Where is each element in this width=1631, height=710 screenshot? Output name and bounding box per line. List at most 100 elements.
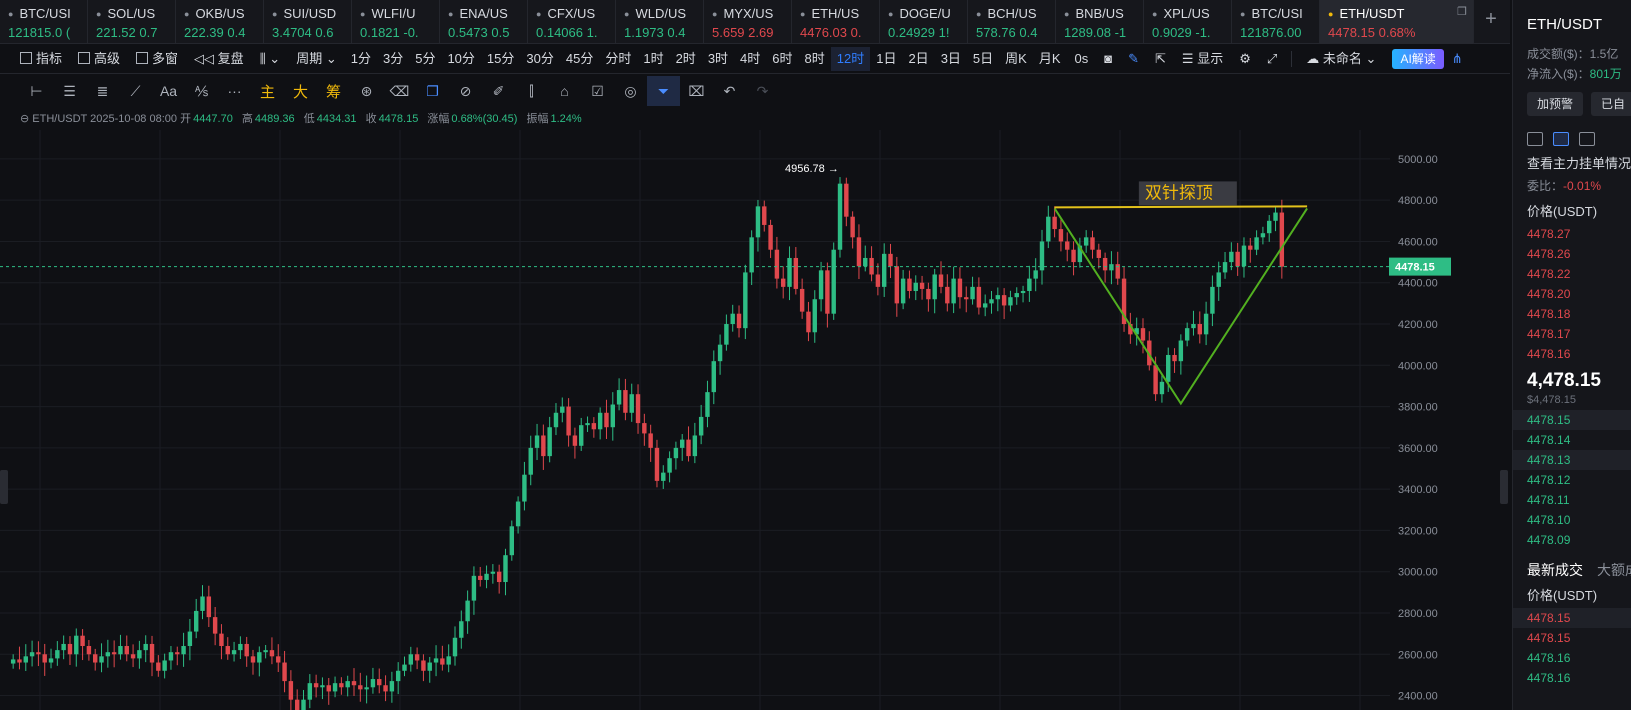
ticker-tab[interactable]: DOGE/U 0.24929 1! [880, 0, 968, 44]
ticker-tab[interactable]: ENA/US 0.5473 0.5 [440, 0, 528, 44]
text-tool-button[interactable]: Aa [152, 76, 185, 106]
ask-row[interactable]: 4478.17 [1513, 324, 1631, 344]
interval-button[interactable]: 30分 [520, 47, 559, 71]
share-icon[interactable]: ⋔ [1444, 47, 1471, 71]
chart-canvas[interactable]: 5000.00 4800.00 4600.00 4400.00 4200.00 4000.… [0, 130, 1510, 710]
display-button[interactable]: ☰ 显示 [1174, 47, 1231, 71]
export-icon[interactable]: ⇱ [1147, 47, 1174, 71]
multi-window-button[interactable]: 多窗 [128, 47, 186, 71]
interval-button[interactable]: 10分 [441, 47, 480, 71]
trash-icon[interactable]: ⌧ [680, 76, 713, 106]
bid-row[interactable]: 4478.11 [1513, 490, 1631, 510]
eye-icon[interactable]: ◎ [614, 76, 647, 106]
chips-button[interactable]: 筹 [317, 76, 350, 106]
interval-button[interactable]: 3时 [702, 47, 734, 71]
horizontal-line-icon[interactable]: ⊢ [20, 76, 53, 106]
interval-button[interactable]: 12时 [830, 46, 871, 71]
undo-icon[interactable]: ↶ [713, 76, 746, 106]
compare-icon[interactable]: ⫿ [515, 76, 548, 106]
custom-alert-button[interactable]: 已自 [1591, 92, 1631, 116]
more-tools-button[interactable]: ··· [218, 76, 251, 106]
copy-tab-icon[interactable]: ❐ [1457, 5, 1467, 18]
interval-button[interactable]: 3日 [935, 47, 967, 71]
interval-button[interactable]: 5分 [409, 47, 441, 71]
checklist-icon[interactable]: ☑ [581, 76, 614, 106]
indicators-button[interactable]: 指标 [12, 47, 70, 71]
advanced-button[interactable]: 高级 [70, 47, 128, 71]
settings-icon[interactable]: ⚙ [1231, 47, 1259, 71]
pattern-icon[interactable]: ⅍ [185, 76, 218, 106]
book-both-icon[interactable] [1527, 132, 1543, 146]
pencil-icon[interactable]: ✎ [1120, 47, 1147, 71]
bid-row[interactable]: 4478.14 [1513, 430, 1631, 450]
ticker-tab[interactable]: BTC/USI 121876.00 [1232, 0, 1320, 44]
interval-button[interactable]: 2时 [670, 47, 702, 71]
replay-button[interactable]: ◁◁ 复盘 [186, 47, 252, 71]
ask-row[interactable]: 4478.22 [1513, 264, 1631, 284]
ticker-tab[interactable]: OKB/US 222.39 0.4 [176, 0, 264, 44]
ticker-tab[interactable]: SOL/US 221.52 0.7 [88, 0, 176, 44]
ticker-tab[interactable]: WLD/US 1.1973 0.4 [616, 0, 704, 44]
interval-button[interactable]: 周K [999, 47, 1033, 71]
interval-button[interactable]: 2日 [902, 47, 934, 71]
interval-button[interactable]: 1分 [345, 47, 377, 71]
main-indicator-button[interactable]: 主 [251, 76, 284, 106]
brush-icon[interactable]: ✐ [482, 76, 515, 106]
interval-button[interactable]: 4时 [734, 47, 766, 71]
interval-button[interactable]: 5日 [967, 47, 999, 71]
orderbook-hint[interactable]: 查看主力挂单情况 [1513, 152, 1631, 176]
big-order-button[interactable]: 大 [284, 76, 317, 106]
bid-row[interactable]: 4478.09 [1513, 530, 1631, 550]
camera-icon[interactable]: ◙ [1096, 47, 1120, 71]
filter-icon[interactable]: ⏷ [647, 76, 680, 106]
ask-row[interactable]: 4478.27 [1513, 224, 1631, 244]
ticker-tab[interactable]: CFX/US 0.14066 1. [528, 0, 616, 44]
interval-button[interactable]: 6时 [766, 47, 798, 71]
parallel-lines-icon[interactable]: ☰ [53, 76, 86, 106]
copy-icon[interactable]: ❐ [416, 76, 449, 106]
ticker-tab[interactable]: ETH/US 4476.03 0. [792, 0, 880, 44]
interval-button[interactable]: 45分 [560, 47, 599, 71]
interval-button[interactable]: 月K [1033, 47, 1067, 71]
book-list-icon[interactable] [1579, 132, 1595, 146]
period-button[interactable]: 周期 ⌄ [288, 47, 345, 71]
link-icon[interactable]: ⊘ [449, 76, 482, 106]
big-trades-tab[interactable]: 大额成 [1597, 562, 1631, 578]
interval-button[interactable]: 15分 [481, 47, 520, 71]
ticker-tab[interactable]: BTC/USI 121815.0 ( [0, 0, 88, 44]
ticker-tab[interactable]: BNB/US 1289.08 -1 [1056, 0, 1144, 44]
bid-row[interactable]: 4478.15 [1513, 410, 1631, 430]
ruler-icon[interactable]: ⟋ [119, 76, 152, 106]
channel-icon[interactable]: ≣ [86, 76, 119, 106]
ask-row[interactable]: 4478.20 [1513, 284, 1631, 304]
lock-icon[interactable]: ⌂ [548, 76, 581, 106]
ask-row[interactable]: 4478.18 [1513, 304, 1631, 324]
interval-button[interactable]: 分时 [599, 47, 637, 71]
price-chart[interactable]: 5000.00 4800.00 4600.00 4400.00 4200.00 4000.… [0, 130, 1510, 710]
ai-button[interactable]: AI解读 [1392, 48, 1444, 69]
bid-row[interactable]: 4478.12 [1513, 470, 1631, 490]
fullscreen-icon[interactable]: ⤢ [1259, 47, 1285, 71]
interval-button[interactable]: 1时 [637, 47, 669, 71]
collapse-icon[interactable]: ⊖ [20, 113, 29, 125]
ticker-tab[interactable]: ETH/USDT 4478.15 0.68% ❐ [1320, 0, 1474, 44]
ticker-tab[interactable]: XPL/US 0.9029 -1. [1144, 0, 1232, 44]
ticker-tab[interactable]: MYX/US 5.659 2.69 [704, 0, 792, 44]
ask-row[interactable]: 4478.26 [1513, 244, 1631, 264]
layout-name-button[interactable]: ☁ 未命名 ⌄ [1298, 47, 1384, 71]
add-tab-icon[interactable]: + [1476, 8, 1506, 36]
add-alert-button[interactable]: 加预警 [1527, 92, 1584, 116]
ticker-tab[interactable]: WLFI/U 0.1821 -0. [352, 0, 440, 44]
bid-row[interactable]: 4478.10 [1513, 510, 1631, 530]
magnet-icon[interactable]: ⊛ [350, 76, 383, 106]
interval-button[interactable]: 1日 [870, 47, 902, 71]
latest-trades-tab[interactable]: 最新成交 [1527, 562, 1583, 578]
ask-row[interactable]: 4478.16 [1513, 344, 1631, 364]
interval-button[interactable]: 8时 [799, 47, 831, 71]
chart-type-button[interactable]: ⫼ ⌄ [252, 47, 289, 71]
book-split-icon[interactable] [1553, 132, 1569, 146]
interval-button[interactable]: 3分 [377, 47, 409, 71]
ticker-tab[interactable]: BCH/US 578.76 0.4 [968, 0, 1056, 44]
eraser-icon[interactable]: ⌫ [383, 76, 416, 106]
redo-icon[interactable]: ↷ [746, 76, 779, 106]
